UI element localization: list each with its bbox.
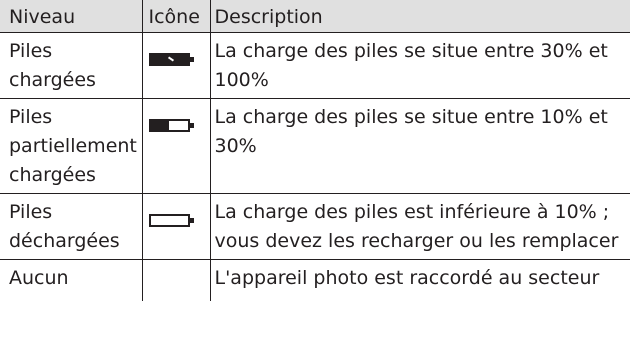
level-line: déchargées bbox=[9, 230, 120, 252]
icon-cell bbox=[141, 193, 211, 260]
battery-partial-icon bbox=[148, 119, 194, 132]
level-line: partiellement bbox=[9, 135, 137, 157]
battery-level-table: Niveau Icône Description Piles chargées … bbox=[0, 0, 630, 301]
battery-full-icon bbox=[148, 53, 194, 66]
level-line: chargées bbox=[9, 164, 96, 186]
icon-cell bbox=[141, 98, 211, 194]
level-line: Piles bbox=[9, 201, 53, 223]
table-row-discharged: Piles déchargées La charge des piles est… bbox=[0, 193, 630, 260]
battery-fill bbox=[150, 121, 169, 130]
table-row-none: Aucun L'appareil photo est raccordé au s… bbox=[0, 259, 630, 302]
level-cell: Piles chargées bbox=[0, 32, 142, 99]
icon-cell bbox=[141, 259, 211, 301]
header-level: Niveau bbox=[0, 0, 142, 33]
description-cell: La charge des piles se situe entre 10% e… bbox=[210, 98, 630, 194]
level-cell: Aucun bbox=[0, 260, 142, 302]
description-cell: La charge des piles est inférieure à 10%… bbox=[210, 193, 630, 260]
icon-cell bbox=[141, 32, 211, 99]
description-cell: L'appareil photo est raccordé au secteur bbox=[214, 267, 600, 289]
table-row-partially-charged: Piles partiellement chargées La charge d… bbox=[0, 98, 630, 194]
header-description: Description bbox=[210, 0, 630, 33]
battery-empty-icon bbox=[148, 214, 194, 227]
header-icon: Icône bbox=[141, 0, 211, 33]
description-cell: La charge des piles se situe entre 30% e… bbox=[210, 32, 630, 99]
level-line: Aucun bbox=[9, 267, 69, 289]
level-cell: Piles partiellement chargées bbox=[0, 98, 142, 194]
level-line: Piles bbox=[9, 40, 53, 62]
level-cell: Piles déchargées bbox=[0, 193, 142, 260]
table-row-charged: Piles chargées La charge des piles se si… bbox=[0, 32, 630, 99]
level-line: Piles bbox=[9, 106, 53, 128]
table-header-row: Niveau Icône Description bbox=[0, 0, 630, 33]
level-line: chargées bbox=[9, 69, 96, 91]
